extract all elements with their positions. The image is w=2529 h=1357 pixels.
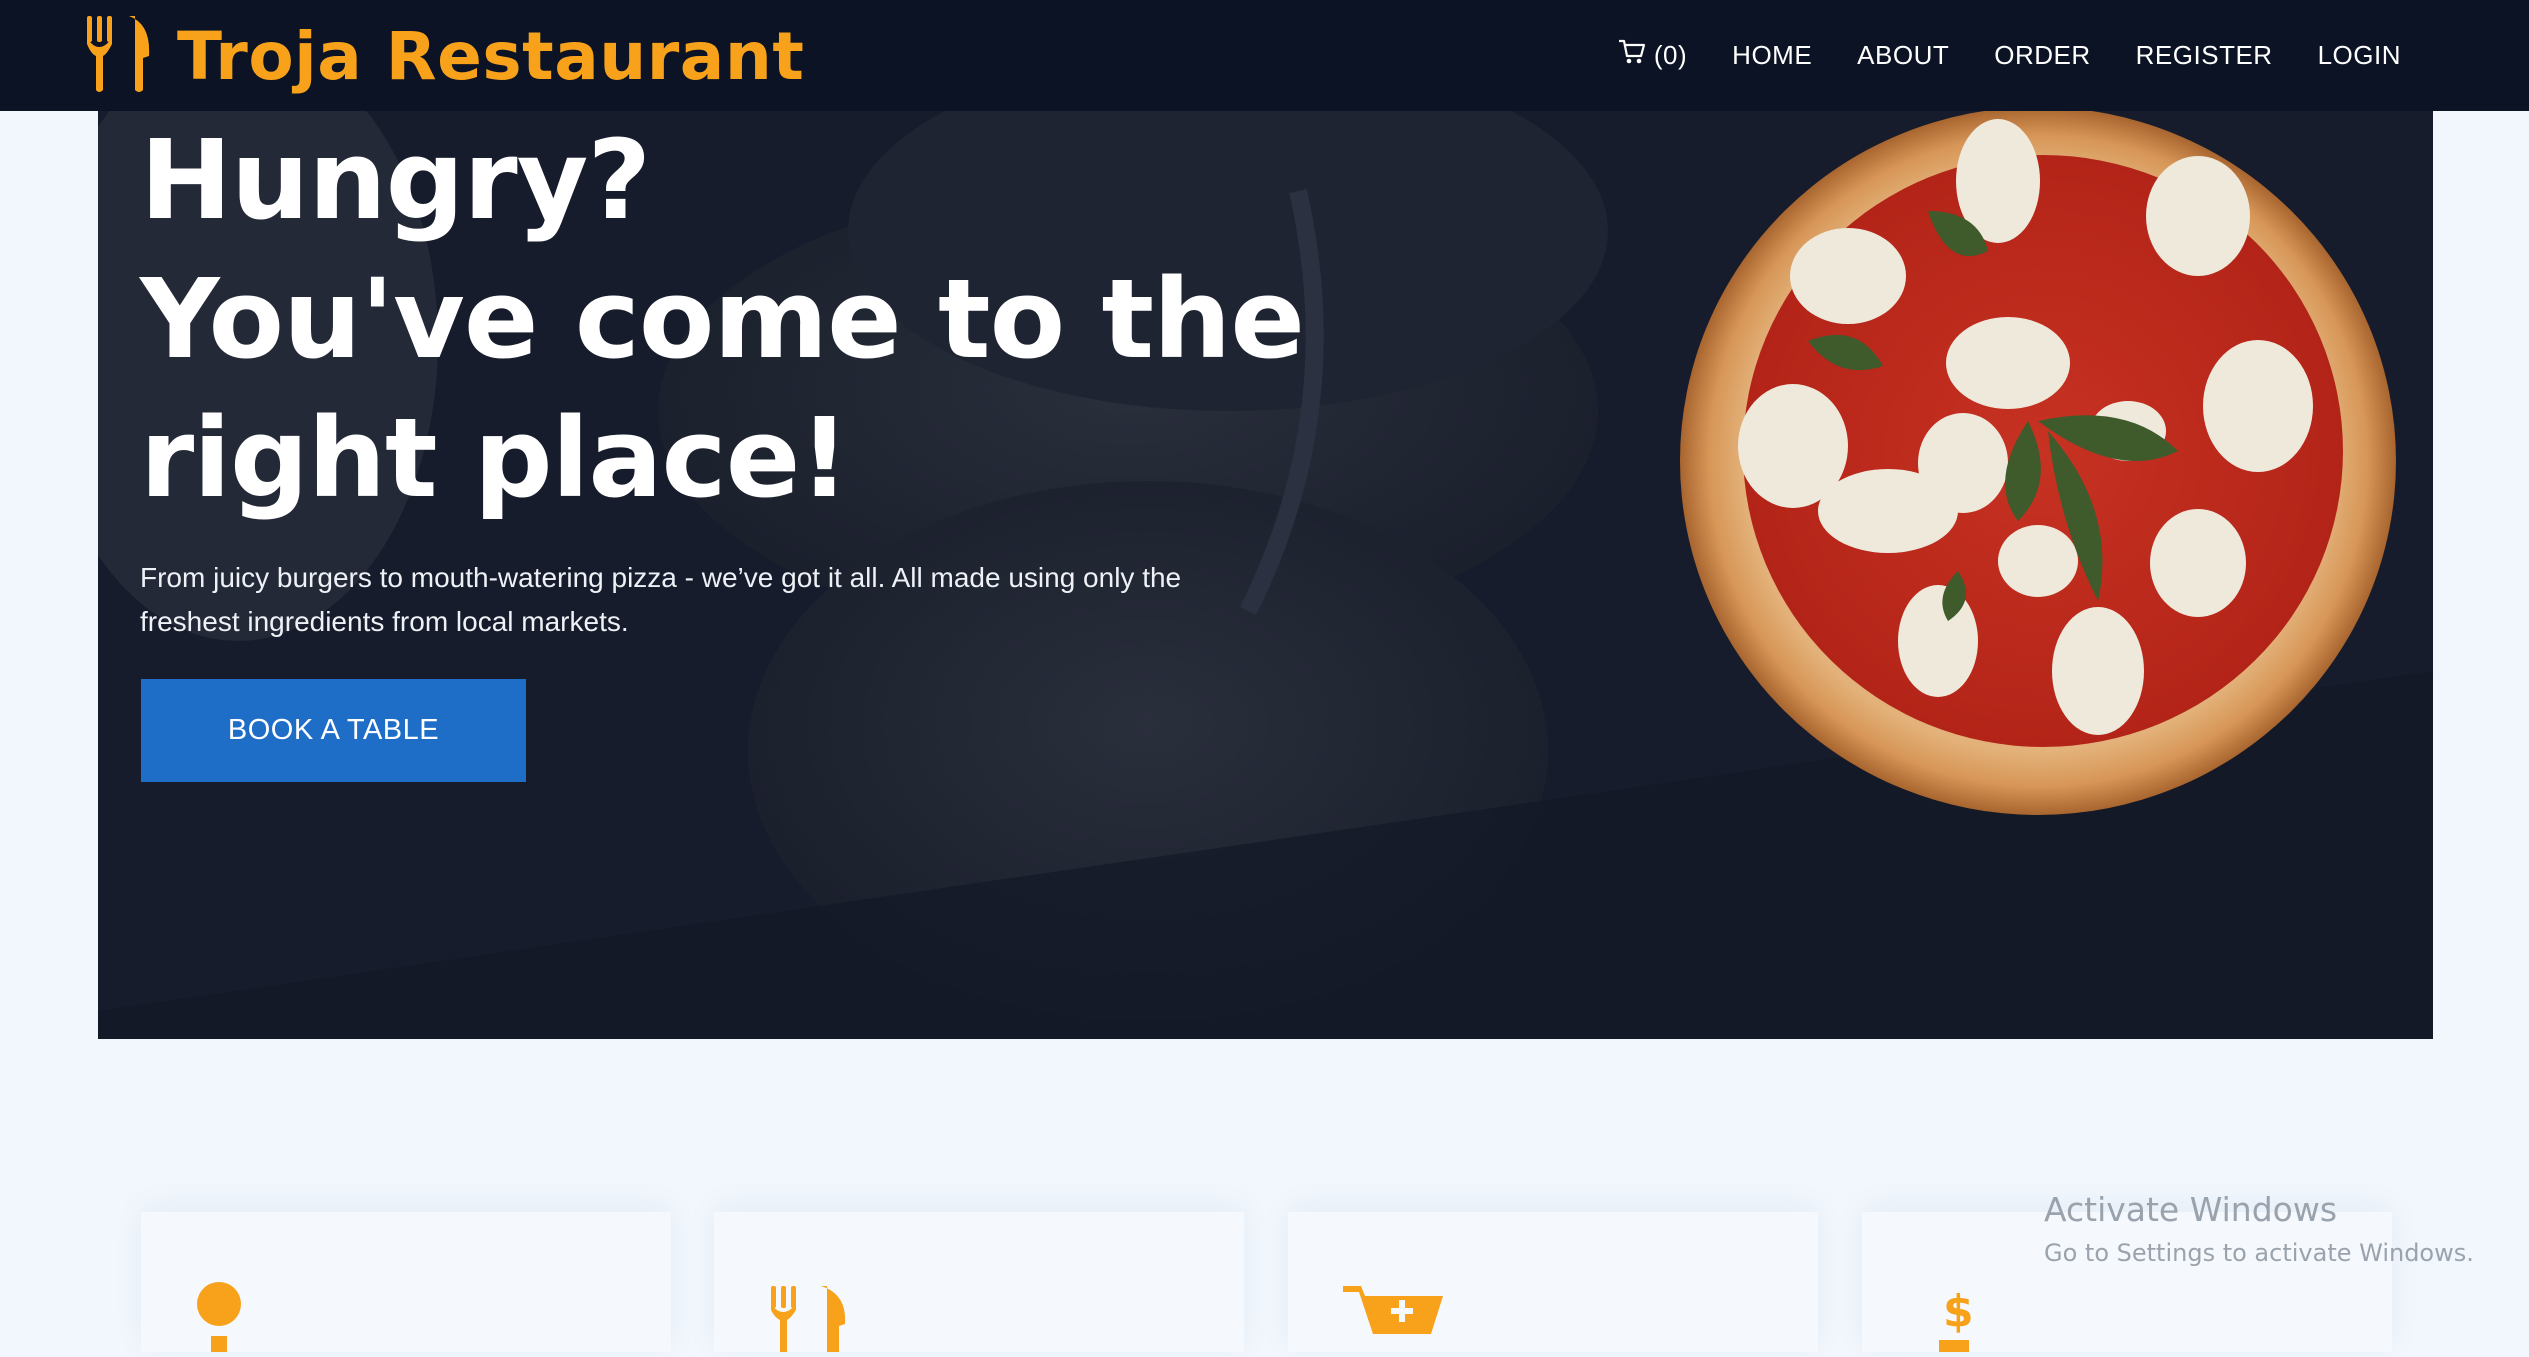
- cart-count: (0): [1653, 40, 1688, 70]
- info-icon: [196, 1282, 242, 1357]
- cart-icon: [1618, 39, 1646, 72]
- hero-title-line-3: right place!: [140, 394, 850, 522]
- hero-title-line-1: Hungry?: [140, 116, 651, 244]
- utensils-icon: [769, 1282, 847, 1357]
- nav-order[interactable]: ORDER: [1994, 40, 2090, 71]
- feature-card-2[interactable]: [714, 1212, 1244, 1352]
- brand-logo[interactable]: Troja Restaurant: [85, 15, 805, 97]
- activate-windows-watermark: Activate Windows Go to Settings to activ…: [2044, 1190, 2474, 1267]
- book-table-button[interactable]: BOOK A TABLE: [141, 679, 526, 782]
- nav-about[interactable]: ABOUT: [1857, 40, 1949, 71]
- hero-title: Hungry? You've come to the right place!: [140, 111, 1440, 528]
- nav-login[interactable]: LOGIN: [2318, 40, 2401, 71]
- dollar-icon: $: [1937, 1282, 1977, 1357]
- hero-subtitle: From juicy burgers to mouth-watering piz…: [140, 562, 1182, 637]
- hero-section: Hungry? You've come to the right place! …: [98, 111, 2433, 1039]
- cart-link[interactable]: (0): [1618, 39, 1687, 72]
- cart-plus-icon: [1343, 1282, 1443, 1357]
- navbar: Troja Restaurant (0) HOME ABOUT ORDER RE…: [0, 0, 2529, 111]
- feature-card-3[interactable]: [1288, 1212, 1818, 1352]
- brand-name: Troja Restaurant: [177, 17, 805, 95]
- feature-card-1[interactable]: [141, 1212, 671, 1352]
- hero-title-line-2: You've come to the: [140, 255, 1305, 383]
- watermark-title: Activate Windows: [2044, 1190, 2338, 1229]
- hero-text: Hungry? You've come to the right place! …: [140, 111, 1440, 644]
- pizza-image: [1680, 111, 2396, 815]
- main-nav: (0) HOME ABOUT ORDER REGISTER LOGIN: [1618, 0, 2401, 111]
- svg-text:$: $: [1943, 1286, 1974, 1337]
- nav-register[interactable]: REGISTER: [2136, 40, 2273, 71]
- nav-home[interactable]: HOME: [1732, 40, 1812, 71]
- utensils-icon: [85, 15, 153, 97]
- watermark-subtitle: Go to Settings to activate Windows.: [2044, 1239, 2474, 1267]
